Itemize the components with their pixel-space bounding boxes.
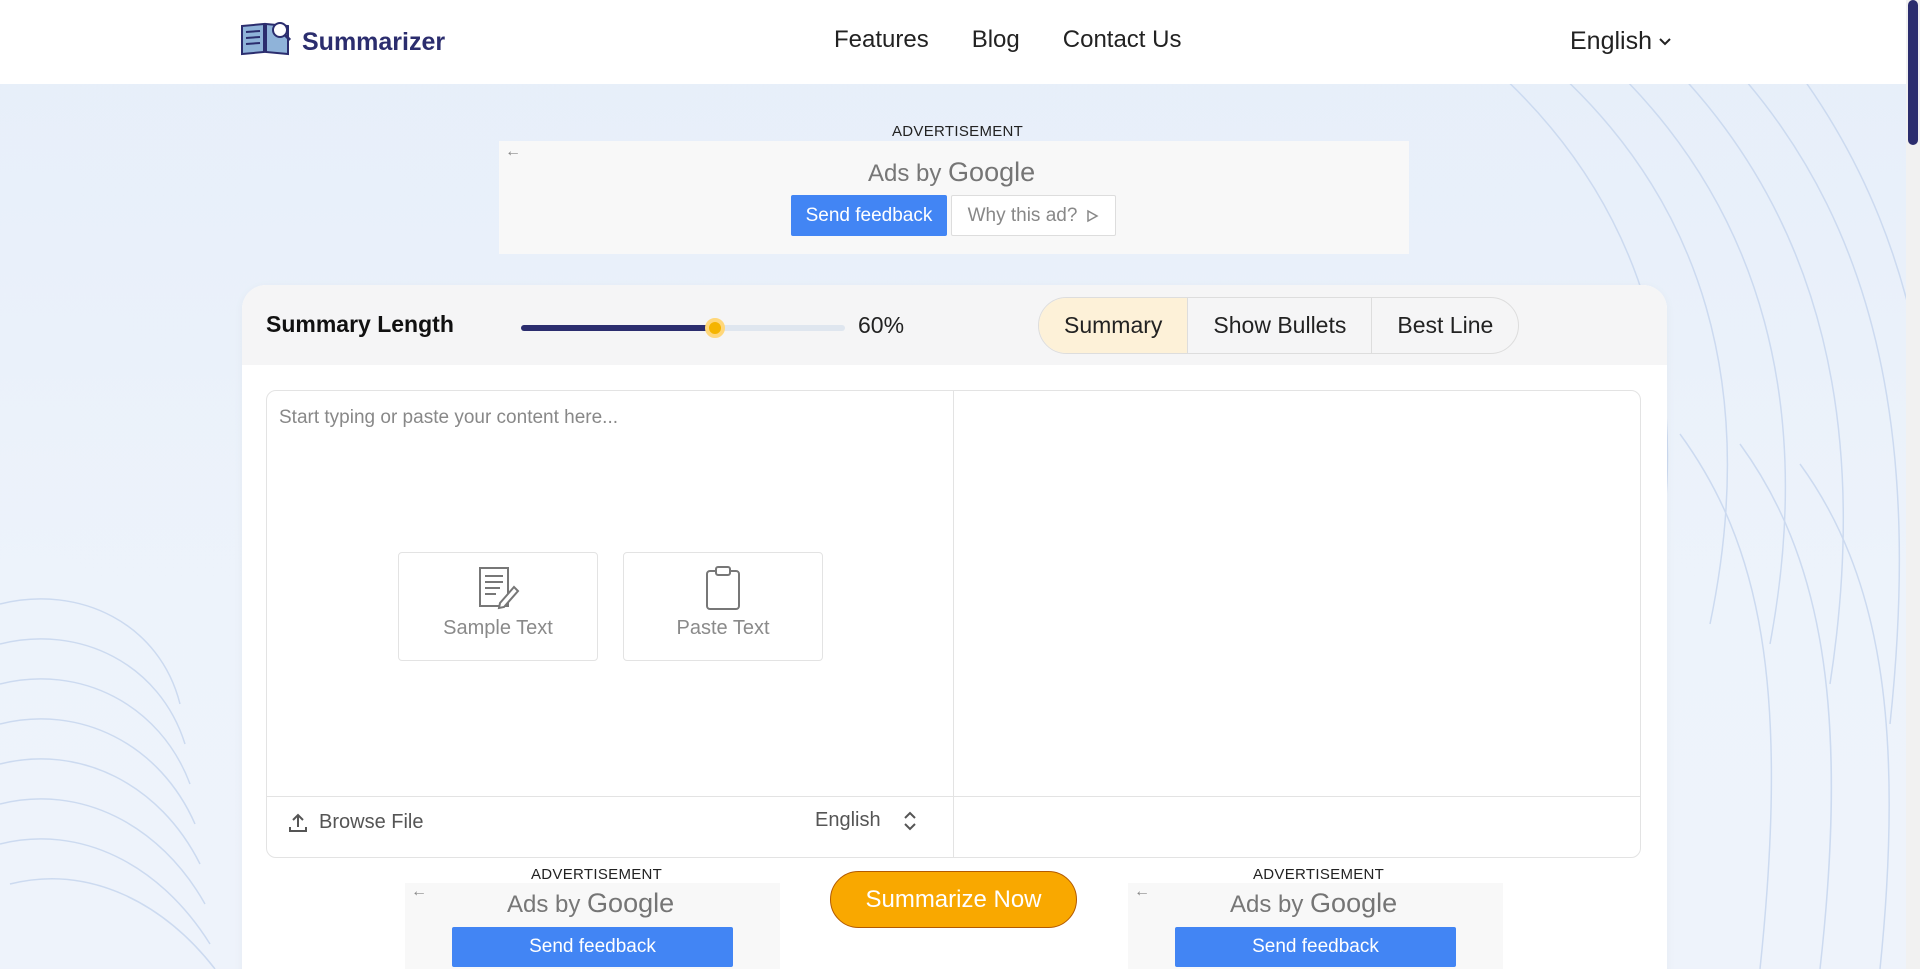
summarizer-card: Summary Length 60% Summary Show Bullets …: [242, 285, 1667, 969]
clipboard-icon: [706, 566, 740, 610]
summary-length-title: Summary Length: [266, 311, 454, 337]
slider-fill: [521, 325, 716, 331]
play-outline-icon: [1087, 209, 1099, 222]
input-textarea[interactable]: Start typing or paste your content here.…: [279, 407, 618, 429]
ads-by-text: Ads by: [868, 160, 942, 187]
page-scrollbar[interactable]: [1906, 0, 1920, 969]
main-nav: Features Blog Contact Us: [834, 26, 1181, 54]
send-feedback-button[interactable]: Send feedback: [452, 927, 733, 967]
language-dropdown-value: English: [1570, 27, 1652, 55]
summary-mode-tabs: Summary Show Bullets Best Line: [1038, 297, 1520, 354]
input-language-value: English: [815, 809, 881, 831]
summary-length-slider[interactable]: [521, 318, 845, 338]
scrollbar-thumb[interactable]: [1908, 0, 1918, 145]
send-feedback-button[interactable]: Send feedback: [1175, 927, 1456, 967]
why-this-ad-label: Why this ad?: [967, 204, 1078, 226]
editor-area: Start typing or paste your content here.…: [266, 390, 1641, 858]
ad-back-arrow-icon[interactable]: ←: [411, 883, 427, 901]
ads-by-text: Ads by: [1230, 891, 1304, 918]
ad-label-bottom-right: ADVERTISEMENT: [1253, 866, 1385, 883]
ad-label-top: ADVERTISEMENT: [892, 123, 1024, 140]
document-pen-icon: [479, 567, 520, 610]
google-wordmark: Google: [1310, 888, 1398, 918]
google-wordmark: Google: [948, 157, 1036, 187]
editor-footer-divider: [267, 796, 1640, 797]
ad-bottom-right: ← Ads by Google Send feedback: [1128, 883, 1503, 969]
nav-contact-us[interactable]: Contact Us: [1063, 26, 1182, 54]
language-dropdown[interactable]: English: [1570, 27, 1672, 56]
brand-name: Summarizer: [302, 28, 446, 56]
google-wordmark: Google: [587, 888, 675, 918]
ad-label-bottom-left: ADVERTISEMENT: [531, 866, 663, 883]
summary-length-percent: 60%: [858, 312, 905, 338]
mode-show-bullets[interactable]: Show Bullets: [1188, 298, 1373, 353]
why-this-ad-button[interactable]: Why this ad?: [951, 195, 1116, 236]
summary-options-bar: Summary Length 60% Summary Show Bullets …: [242, 285, 1667, 365]
up-down-chevron-icon: [903, 811, 916, 830]
pane-divider: [953, 391, 954, 857]
browse-file-label: Browse File: [319, 811, 424, 833]
ads-by-google: Ads by Google: [868, 157, 1035, 188]
nav-features[interactable]: Features: [834, 26, 929, 54]
ads-by-google: Ads by Google: [1230, 888, 1397, 919]
nav-blog[interactable]: Blog: [972, 26, 1020, 54]
paste-text-button[interactable]: Paste Text: [623, 552, 823, 661]
sample-text-label: Sample Text: [443, 617, 553, 639]
ad-back-arrow-icon[interactable]: ←: [505, 143, 521, 161]
brand-logo[interactable]: Summarizer: [240, 18, 445, 57]
browse-file-button[interactable]: Browse File: [287, 811, 423, 834]
paste-text-label: Paste Text: [676, 617, 770, 639]
site-header: Summarizer Features Blog Contact Us Engl…: [0, 0, 1906, 84]
sample-text-button[interactable]: Sample Text: [398, 552, 598, 661]
slider-thumb[interactable]: [705, 318, 726, 338]
send-feedback-button[interactable]: Send feedback: [791, 195, 947, 236]
open-book-logo-icon: [241, 21, 292, 55]
ad-back-arrow-icon[interactable]: ←: [1134, 883, 1150, 901]
chevron-down-icon: [1659, 37, 1671, 45]
input-language-select[interactable]: English: [815, 809, 917, 832]
ad-top: ← Ads by Google Send feedback Why this a…: [499, 141, 1409, 254]
mode-summary[interactable]: Summary: [1039, 298, 1189, 353]
upload-icon: [289, 813, 307, 832]
mode-best-line[interactable]: Best Line: [1372, 298, 1518, 353]
summarize-now-button[interactable]: Summarize Now: [830, 871, 1077, 928]
ads-by-text: Ads by: [507, 891, 581, 918]
ad-bottom-left: ← Ads by Google Send feedback: [405, 883, 780, 969]
ads-by-google: Ads by Google: [507, 888, 674, 919]
